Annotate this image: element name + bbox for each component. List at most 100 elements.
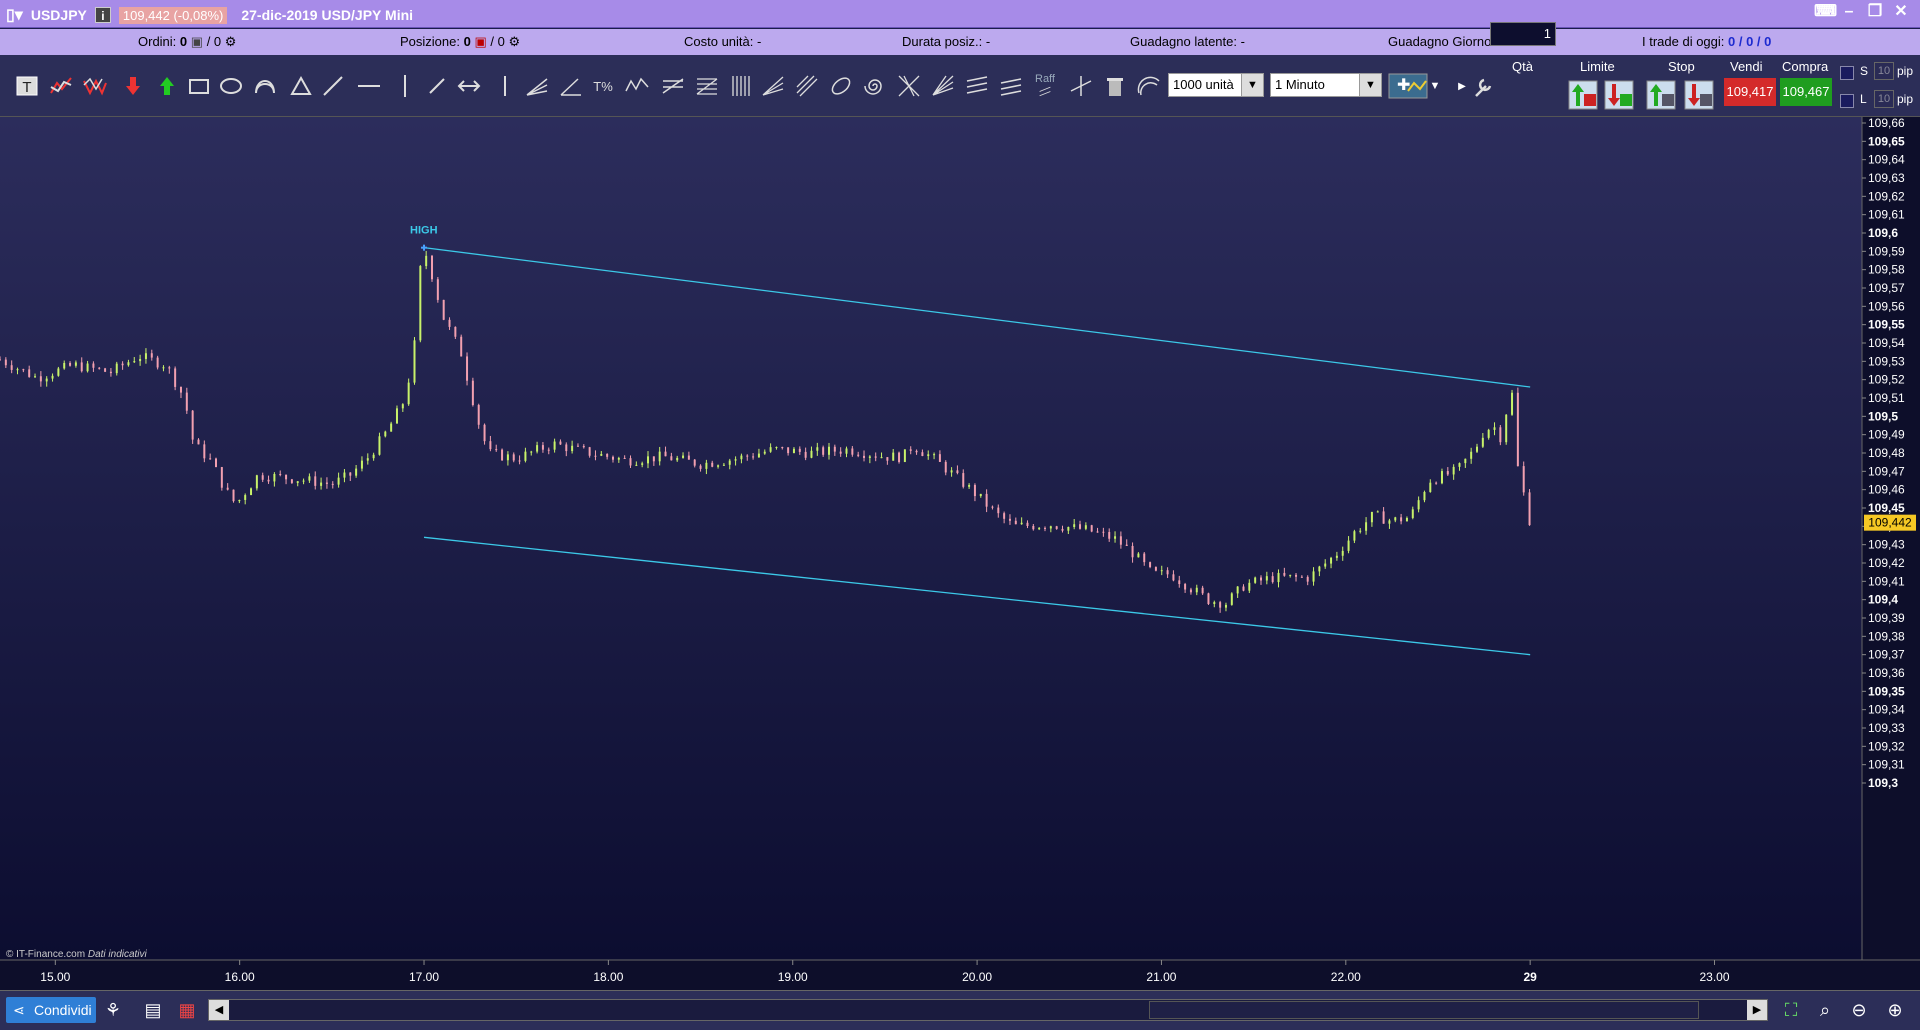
zoom-out-icon[interactable]: ⊖ xyxy=(1846,997,1872,1023)
candle-body xyxy=(1446,471,1449,475)
fib-channel-icon[interactable] xyxy=(794,73,820,99)
fib-fan-icon[interactable] xyxy=(760,73,786,99)
zoom-fit-icon[interactable]: ⌕ xyxy=(1812,997,1838,1023)
s-checkbox[interactable] xyxy=(1840,66,1854,80)
candle-body xyxy=(1522,466,1525,493)
timeframe-select[interactable]: 1 Minuto ▼ xyxy=(1270,73,1382,97)
ellipse-tool-icon[interactable] xyxy=(218,73,244,99)
horizontal-line-icon[interactable] xyxy=(356,73,382,99)
grid-tool-icon[interactable] xyxy=(660,73,686,99)
gann-tool-icon[interactable] xyxy=(896,73,922,99)
buy-arrow-icon[interactable] xyxy=(154,73,180,99)
gann-fan-icon[interactable] xyxy=(930,73,956,99)
sell-arrow-icon[interactable] xyxy=(120,73,146,99)
candle-body xyxy=(565,444,568,452)
ray-tool-icon[interactable] xyxy=(424,73,450,99)
wave-tool-icon[interactable] xyxy=(624,73,650,99)
add-indicator-icon[interactable]: ✚ xyxy=(1388,73,1428,99)
panel-toggle-icon[interactable]: ▶ xyxy=(1456,74,1468,100)
keyboard-icon[interactable]: ⌨ xyxy=(1814,3,1837,21)
unit-cost: Costo unità: - xyxy=(684,34,762,49)
percent-tool-icon[interactable]: T% xyxy=(590,73,616,99)
plot-area[interactable] xyxy=(0,117,1862,960)
sell-button[interactable]: 109,417 xyxy=(1724,78,1776,106)
text-tool-icon[interactable]: T xyxy=(14,73,40,99)
chart-canvas[interactable]: HIGH 109,66109,65109,64109,63109,62109,6… xyxy=(0,117,1920,990)
stop-sell-button[interactable] xyxy=(1684,80,1714,110)
parallel-lines-icon[interactable] xyxy=(964,73,990,99)
rectangle-tool-icon[interactable] xyxy=(186,73,212,99)
candle-body xyxy=(45,378,48,382)
arrow-tool-icon[interactable] xyxy=(456,73,482,99)
stop-buy-button[interactable] xyxy=(1646,80,1676,110)
angle-tool-icon[interactable] xyxy=(558,73,584,99)
l-pip-label: pip xyxy=(1897,92,1914,106)
andrews-pitchfork-icon[interactable] xyxy=(998,73,1024,99)
document-icon[interactable]: ▤ xyxy=(140,997,166,1023)
candle-body xyxy=(1505,414,1508,443)
candle-body xyxy=(1248,582,1251,591)
vertical-line-icon[interactable] xyxy=(392,73,418,99)
share-button[interactable]: ⋖ Condividi xyxy=(6,997,96,1023)
scroll-thumb[interactable] xyxy=(1149,1001,1699,1019)
zoom-in-icon[interactable]: ⊕ xyxy=(1882,997,1908,1023)
candle-body xyxy=(1330,557,1333,564)
wrench-icon[interactable] xyxy=(1470,74,1496,100)
fan-tool-icon[interactable] xyxy=(524,73,550,99)
chart-type-icon[interactable]: ▯▾ xyxy=(6,5,23,25)
quantity-input[interactable]: 1 xyxy=(1490,22,1556,46)
fibonacci-tool-icon[interactable] xyxy=(694,73,720,99)
fib-time-icon[interactable] xyxy=(728,73,754,99)
restore-button[interactable]: ❐ xyxy=(1866,3,1884,21)
fork-tool-icon[interactable] xyxy=(492,73,518,99)
link-settings-icon[interactable]: ⚘ xyxy=(100,997,126,1023)
buy-button[interactable]: 109,467 xyxy=(1780,78,1832,106)
candle-body xyxy=(903,449,906,462)
loop-tool-icon[interactable] xyxy=(252,73,278,99)
scroll-right-button[interactable]: ▶ xyxy=(1747,1000,1767,1020)
candle-body xyxy=(162,367,165,369)
line-chart-icon[interactable] xyxy=(48,73,74,99)
info-icon[interactable]: i xyxy=(94,7,111,23)
candles-icon[interactable]: ▦ xyxy=(174,997,200,1023)
candle-body xyxy=(635,464,638,466)
y-tick-label: 109,42 xyxy=(1868,556,1905,570)
zigzag-icon[interactable] xyxy=(82,73,108,99)
candle-body xyxy=(1476,446,1479,452)
chart-scrollbar[interactable]: ◀ ▶ xyxy=(208,999,1768,1021)
limit-buy-button[interactable] xyxy=(1568,80,1598,110)
candle-body xyxy=(938,454,941,462)
fib-arc-icon[interactable] xyxy=(828,73,854,99)
spiral-tool-icon[interactable] xyxy=(862,73,888,99)
share-icon: ⋖ xyxy=(13,1002,25,1018)
candle-body xyxy=(174,368,177,387)
triangle-tool-icon[interactable] xyxy=(288,73,314,99)
candle-body xyxy=(571,445,574,452)
l-pip-input[interactable]: 10 xyxy=(1874,90,1894,108)
scroll-left-button[interactable]: ◀ xyxy=(209,1000,229,1020)
regression-icon[interactable] xyxy=(1068,73,1094,99)
candle-body xyxy=(757,453,760,458)
candle-body xyxy=(512,454,515,461)
trendline-tool-icon[interactable] xyxy=(320,73,346,99)
chevron-down-icon[interactable]: ▼ xyxy=(1428,73,1442,99)
l-checkbox[interactable] xyxy=(1840,94,1854,108)
limit-sell-button[interactable] xyxy=(1604,80,1634,110)
indicator-icon[interactable] xyxy=(1136,73,1162,99)
quantity-select[interactable]: 1000 unità ▼ xyxy=(1168,73,1264,97)
s-pip-input[interactable]: 10 xyxy=(1874,62,1894,80)
trash-icon[interactable] xyxy=(1102,73,1128,99)
symbol-label[interactable]: USDJPY xyxy=(31,7,87,23)
raff-channel-icon[interactable]: Raff xyxy=(1032,73,1058,99)
candle-body xyxy=(320,482,323,486)
y-tick-label: 109,38 xyxy=(1868,629,1905,643)
candle-body xyxy=(1312,571,1315,582)
minimize-button[interactable]: – xyxy=(1840,3,1858,21)
close-button[interactable]: ✕ xyxy=(1892,3,1910,21)
price-chart[interactable]: HIGH 109,66 109,65 109,64 109,63 109,62 109,6… xyxy=(0,117,1920,990)
chart-zoom-icon[interactable]: ⛶ xyxy=(1778,997,1804,1023)
candle-body xyxy=(1394,517,1397,521)
candle-body xyxy=(69,362,72,366)
candle-body xyxy=(407,382,410,405)
high-annotation: HIGH xyxy=(410,225,438,237)
